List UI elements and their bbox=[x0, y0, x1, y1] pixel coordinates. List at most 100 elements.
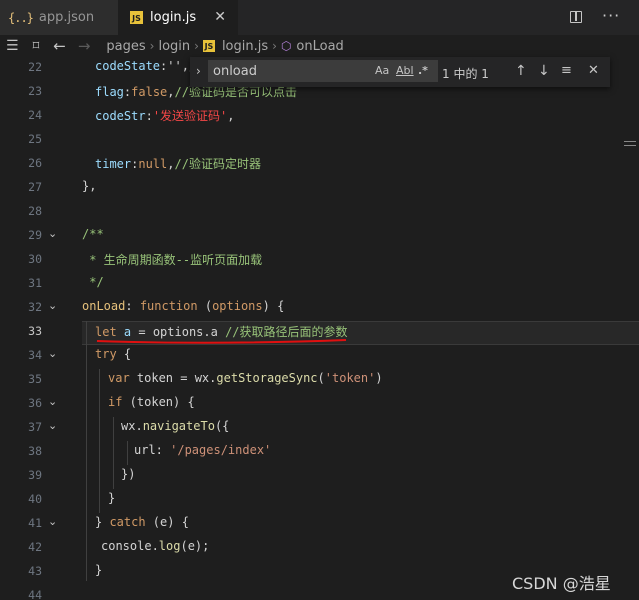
code-line[interactable]: 27}, bbox=[0, 177, 639, 201]
code-line[interactable]: 30 * 生命周期函数--监听页面加载 bbox=[0, 249, 639, 273]
code-token: ( bbox=[317, 371, 325, 385]
line-number: 32 bbox=[28, 300, 42, 314]
code-text: url: '/pages/index' bbox=[134, 443, 271, 457]
line-number: 36 bbox=[28, 396, 42, 410]
code-line[interactable]: 37 ⌄ wx.navigateTo({ bbox=[0, 417, 639, 441]
breadcrumb-file[interactable]: login.js bbox=[222, 39, 268, 54]
code-token: 'token' bbox=[324, 371, 376, 385]
line-number: 37 bbox=[28, 420, 42, 434]
code-token: options bbox=[212, 299, 263, 313]
code-token: */ bbox=[82, 275, 104, 289]
match-case-toggle[interactable]: Aa bbox=[375, 64, 389, 77]
code-editor[interactable]: 22codeState:'',//...23flag:false,//验证码是否… bbox=[0, 57, 639, 600]
code-line[interactable]: 29 ⌄ /** bbox=[0, 225, 639, 249]
breadcrumb-login[interactable]: login bbox=[158, 39, 190, 54]
tab-bar: {..} app.json JS login.js ✕ ··· bbox=[0, 0, 639, 35]
code-line[interactable]: 34 ⌄ try { bbox=[0, 345, 639, 369]
code-line[interactable]: 32 ⌄ onLoad: function (options) { bbox=[0, 297, 639, 321]
find-widget: › Aa Abl .* 1 中的 1 ↑ ↓ ≡ ✕ bbox=[190, 57, 610, 87]
code-token: //获取路径后面的参数 bbox=[225, 325, 348, 339]
code-line[interactable]: 42 console.log(e); bbox=[0, 537, 639, 561]
code-token: navigateTo bbox=[142, 419, 215, 433]
red-underline-annotation bbox=[96, 339, 347, 344]
js-file-icon: JS bbox=[130, 11, 143, 24]
chevron-right-icon[interactable]: › bbox=[196, 64, 201, 78]
code-token: '/pages/index' bbox=[170, 443, 272, 457]
arrow-down-icon[interactable]: ↓ bbox=[538, 63, 550, 79]
code-token: (token) { bbox=[122, 395, 195, 409]
fold-chevron-icon[interactable]: ⌄ bbox=[48, 299, 57, 312]
code-token: (e); bbox=[180, 539, 210, 553]
code-token: false bbox=[131, 85, 168, 99]
fold-chevron-icon[interactable]: ⌄ bbox=[48, 419, 57, 432]
list-icon[interactable]: ☰ bbox=[6, 38, 19, 54]
code-line[interactable]: 38 url: '/pages/index' bbox=[0, 441, 639, 465]
code-token: ({ bbox=[214, 419, 230, 433]
code-line[interactable]: 39}) bbox=[0, 465, 639, 489]
regex-toggle[interactable]: .* bbox=[418, 64, 428, 77]
code-token: getStorageSync bbox=[216, 371, 318, 385]
split-editor-icon[interactable] bbox=[570, 11, 582, 23]
line-number: 29 bbox=[28, 228, 42, 242]
bookmark-icon[interactable]: ⌑ bbox=[33, 39, 40, 54]
forward-arrow-icon[interactable]: → bbox=[78, 37, 91, 55]
line-number: 28 bbox=[28, 204, 42, 218]
more-actions-icon[interactable]: ··· bbox=[602, 6, 620, 25]
code-token: console. bbox=[101, 539, 159, 553]
breadcrumb-pages[interactable]: pages bbox=[106, 39, 145, 54]
code-token: catch bbox=[109, 515, 146, 529]
tab-app-json[interactable]: {..} app.json bbox=[0, 0, 118, 35]
code-line[interactable]: 35 var token = wx.getStorageSync('token') bbox=[0, 369, 639, 393]
code-token: : bbox=[125, 299, 140, 313]
code-line[interactable]: 28 bbox=[0, 201, 639, 225]
find-in-selection-icon[interactable]: ≡ bbox=[561, 63, 572, 78]
code-line[interactable]: 41 ⌄} catch (e) { bbox=[0, 513, 639, 537]
chevron-right-icon: › bbox=[149, 39, 155, 53]
arrow-up-icon[interactable]: ↑ bbox=[515, 63, 527, 79]
code-text: codeStr:'发送验证码', bbox=[95, 107, 235, 124]
code-token: //验证码定时器 bbox=[174, 157, 261, 171]
code-line[interactable]: 40} bbox=[0, 489, 639, 513]
fold-chevron-icon[interactable]: ⌄ bbox=[48, 515, 57, 528]
close-icon[interactable]: ✕ bbox=[588, 63, 599, 78]
tab-label: app.json bbox=[38, 10, 95, 25]
fold-chevron-icon[interactable]: ⌄ bbox=[48, 227, 57, 240]
fold-chevron-icon[interactable]: ⌄ bbox=[48, 395, 57, 408]
code-token: var bbox=[108, 371, 130, 385]
code-token: timer bbox=[95, 157, 132, 171]
code-token: '发送验证码' bbox=[152, 109, 228, 123]
line-number: 30 bbox=[28, 252, 42, 266]
back-arrow-icon[interactable]: ← bbox=[53, 37, 66, 55]
code-line[interactable]: 24 codeStr:'发送验证码', bbox=[0, 105, 639, 129]
breadcrumb: ☰ ⌑ ← → pages › login › JS login.js › ⬡ … bbox=[0, 35, 639, 57]
fold-chevron-icon[interactable]: ⌄ bbox=[48, 347, 57, 360]
scrollbar-marker bbox=[624, 141, 636, 142]
line-number: 26 bbox=[28, 156, 42, 170]
tab-login-js[interactable]: JS login.js ✕ bbox=[118, 0, 238, 35]
code-text: } bbox=[95, 563, 102, 577]
close-icon[interactable]: ✕ bbox=[214, 9, 226, 25]
js-file-icon: JS bbox=[202, 40, 215, 52]
line-number: 44 bbox=[28, 588, 42, 600]
code-token: ) bbox=[375, 371, 383, 385]
code-text: }) bbox=[121, 467, 135, 481]
whole-word-toggle[interactable]: Abl bbox=[396, 64, 414, 77]
breadcrumb-symbol[interactable]: onLoad bbox=[296, 39, 343, 54]
code-text: /** bbox=[82, 227, 104, 241]
code-text: } catch (e) { bbox=[95, 515, 189, 529]
code-token: function bbox=[139, 299, 198, 313]
code-text: timer:null,//验证码定时器 bbox=[95, 155, 261, 172]
code-line[interactable]: 26 timer:null,//验证码定时器 bbox=[0, 153, 639, 177]
chevron-right-icon: › bbox=[194, 39, 199, 53]
code-line[interactable]: 36 ⌄ if (token) { bbox=[0, 393, 639, 417]
line-number: 33 bbox=[28, 324, 42, 338]
code-token: null bbox=[138, 157, 168, 171]
code-token: * 生命周期函数--监听页面加载 bbox=[82, 253, 263, 267]
code-token: ( bbox=[197, 299, 213, 313]
code-token: codeStr bbox=[95, 109, 146, 123]
code-text: * 生命周期函数--监听页面加载 bbox=[82, 251, 262, 268]
code-text: }, bbox=[82, 179, 96, 193]
code-line[interactable]: 31 */ bbox=[0, 273, 639, 297]
code-line[interactable]: 25 bbox=[0, 129, 639, 153]
